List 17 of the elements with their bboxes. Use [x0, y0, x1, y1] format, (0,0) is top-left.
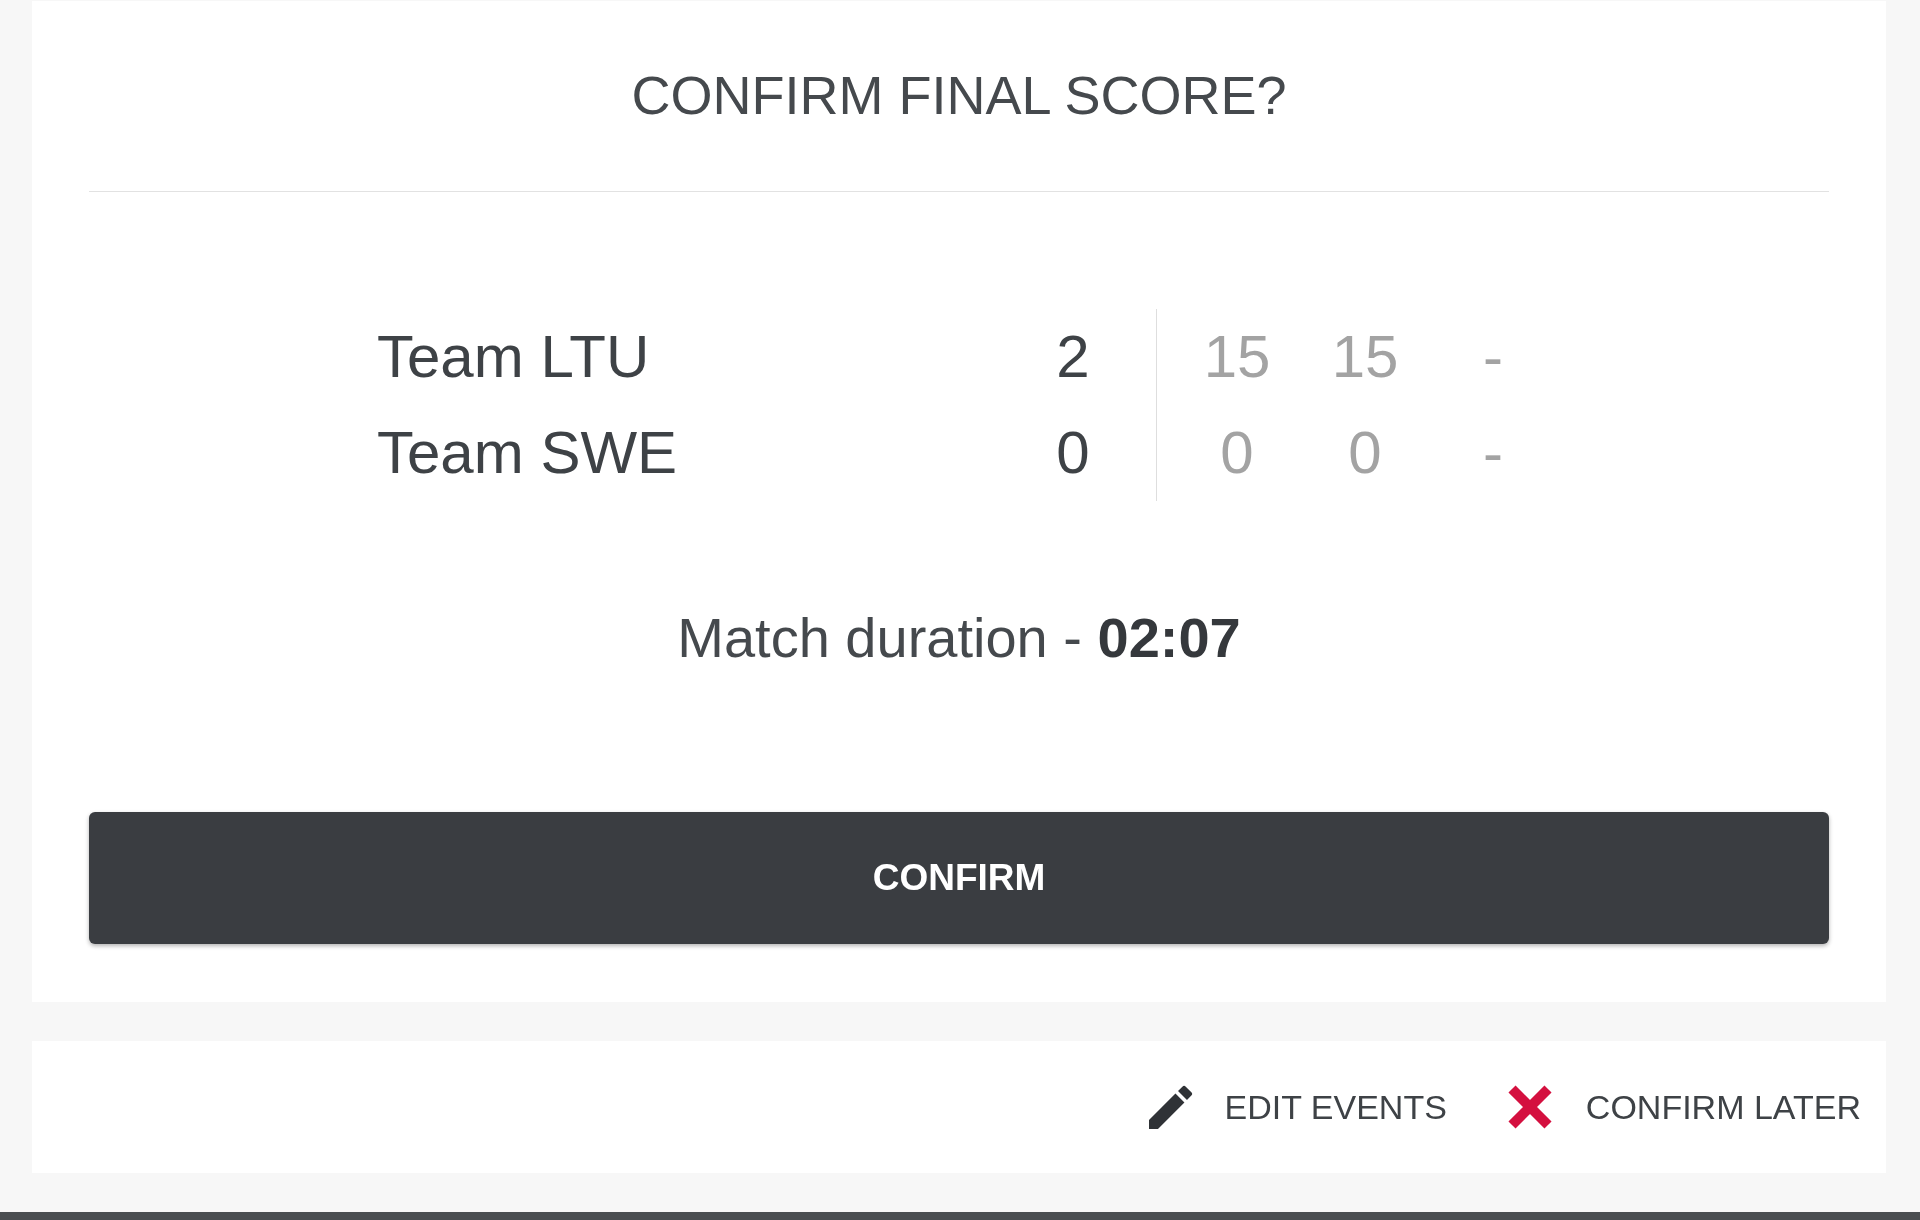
set-score: 0 — [1347, 423, 1383, 483]
team-name: Team LTU — [377, 327, 650, 387]
set-score: 0 — [1219, 423, 1255, 483]
set-score: 15 — [1202, 327, 1272, 387]
confirm-later-button[interactable]: CONFIRM LATER — [1505, 1083, 1861, 1131]
dialog-title: CONFIRM FINAL SCORE? — [631, 64, 1287, 126]
match-score: 0 — [1056, 423, 1090, 483]
match-duration: Match duration - 02:07 — [677, 609, 1241, 667]
close-icon — [1505, 1083, 1554, 1131]
pencil-icon — [1148, 1084, 1193, 1130]
set-score: 15 — [1330, 327, 1400, 387]
confirm-button[interactable]: CONFIRM — [89, 812, 1829, 944]
set-score: - — [1482, 423, 1504, 483]
set-score: - — [1482, 327, 1504, 387]
edit-events-button[interactable]: EDIT EVENTS — [1148, 1084, 1447, 1130]
match-score: 2 — [1056, 327, 1090, 387]
team-name: Team SWE — [377, 423, 678, 483]
